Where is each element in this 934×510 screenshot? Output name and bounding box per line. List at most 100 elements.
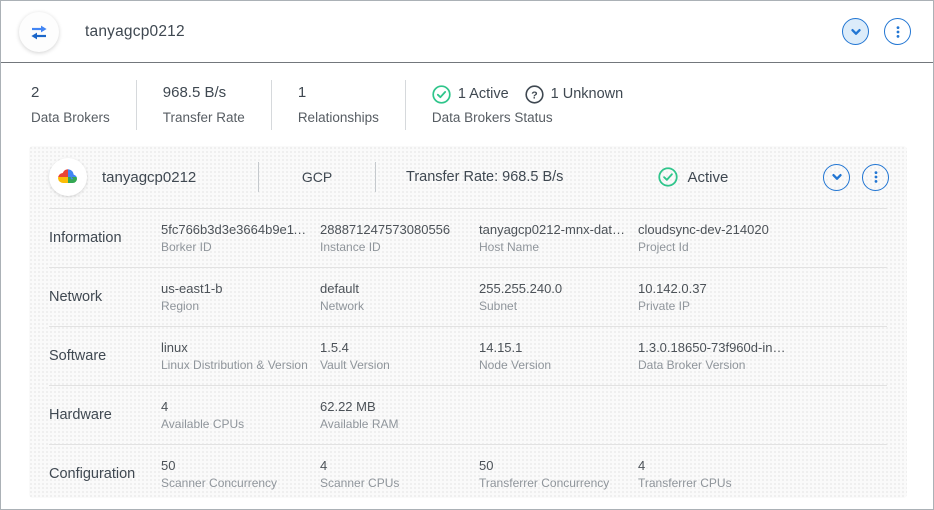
stat-relationships: 1 Relationships — [272, 80, 406, 130]
field-value: default — [320, 281, 469, 296]
field-value: 10.142.0.37 — [638, 281, 788, 296]
field-label: Available CPUs — [161, 417, 310, 431]
status-line: 1 Active ? 1 Unknown — [432, 85, 623, 104]
field-cell: tanyagcp0212-mnx-data-... Host Name — [479, 222, 638, 254]
stats-strip: 2 Data Brokers 968.5 B/s Transfer Rate 1… — [1, 63, 933, 146]
field-cell: default Network — [320, 281, 479, 313]
field-label: Data Broker Version — [638, 358, 788, 372]
field-label: Network — [320, 299, 469, 313]
field-value: 255.255.240.0 — [479, 281, 628, 296]
field-cell: 4 Transferrer CPUs — [638, 458, 798, 490]
section-label: Information — [49, 230, 161, 246]
field-cell: us-east1-b Region — [161, 281, 320, 313]
detail-section-row: Network us-east1-b Region default Networ… — [49, 267, 887, 326]
field-value: 4 — [320, 458, 469, 473]
transfer-arrows-icon — [28, 21, 50, 43]
page-menu-button[interactable] — [884, 18, 911, 45]
field-cell: 50 Transferrer Concurrency — [479, 458, 638, 490]
field-value: 5fc766b3d3e3664b9e116... — [161, 222, 310, 237]
field-label: Subnet — [479, 299, 628, 313]
gcp-logo — [49, 158, 87, 196]
field-label: Region — [161, 299, 310, 313]
field-label: Available RAM — [320, 417, 469, 431]
field-value: 1.3.0.18650-73f960d-integ — [638, 340, 788, 355]
stat-brokers-status: 1 Active ? 1 Unknown Data Brokers Status — [406, 80, 649, 130]
field-value: 50 — [161, 458, 310, 473]
broker-card-header: tanyagcp0212 GCP Transfer Rate: 968.5 B/… — [29, 146, 907, 208]
data-broker-page: tanyagcp0212 2 Data Brokers 968.5 B/s — [0, 0, 934, 510]
sync-relationship-button[interactable] — [19, 12, 59, 52]
detail-section-row: Hardware 4 Available CPUs 62.22 MB Avail… — [49, 385, 887, 444]
kebab-menu-icon — [868, 169, 884, 185]
field-value: tanyagcp0212-mnx-data-... — [479, 222, 628, 237]
field-cell: 10.142.0.37 Private IP — [638, 281, 798, 313]
active-check-icon — [658, 167, 678, 187]
section-label: Software — [49, 348, 161, 364]
field-cell: cloudsync-dev-214020 Project Id — [638, 222, 798, 254]
unknown-count: 1 Unknown — [551, 86, 624, 102]
field-label: Project Id — [638, 240, 788, 254]
field-cell: 1.5.4 Vault Version — [320, 340, 479, 372]
unknown-question-icon: ? — [525, 85, 544, 104]
field-cell: 5fc766b3d3e3664b9e116... Borker ID — [161, 222, 320, 254]
field-value: 14.15.1 — [479, 340, 628, 355]
field-label: Host Name — [479, 240, 628, 254]
section-label: Hardware — [49, 407, 161, 423]
collapse-broker-button[interactable] — [823, 164, 850, 191]
field-label: Node Version — [479, 358, 628, 372]
field-label: Linux Distribution & Version — [161, 358, 310, 372]
field-value: 4 — [638, 458, 788, 473]
stat-value: 1 — [298, 84, 379, 101]
field-value: 1.5.4 — [320, 340, 469, 355]
field-value: 4 — [161, 399, 310, 414]
detail-section-row: Software linux Linux Distribution & Vers… — [49, 326, 887, 385]
field-cell: 50 Scanner Concurrency — [161, 458, 320, 490]
field-cell: linux Linux Distribution & Version — [161, 340, 320, 372]
collapse-panel-button[interactable] — [842, 18, 869, 45]
broker-details: Information 5fc766b3d3e3664b9e116... Bor… — [29, 208, 907, 498]
broker-menu-button[interactable] — [862, 164, 889, 191]
field-cell: 14.15.1 Node Version — [479, 340, 638, 372]
field-cell: 1.3.0.18650-73f960d-integ Data Broker Ve… — [638, 340, 798, 372]
broker-provider: GCP — [259, 169, 375, 185]
broker-card-actions — [823, 164, 889, 191]
svg-text:?: ? — [531, 89, 537, 101]
field-cell: 288871247573080556 Instance ID — [320, 222, 479, 254]
field-value: 288871247573080556 — [320, 222, 469, 237]
stat-label: Data Brokers — [31, 110, 110, 125]
field-cell: 4 Available CPUs — [161, 399, 320, 431]
field-label: Instance ID — [320, 240, 469, 254]
kebab-menu-icon — [890, 24, 906, 40]
field-value: 62.22 MB — [320, 399, 469, 414]
section-label: Network — [49, 289, 161, 305]
chevron-down-icon — [829, 169, 845, 185]
detail-section-row: Information 5fc766b3d3e3664b9e116... Bor… — [49, 208, 887, 267]
field-cell: 62.22 MB Available RAM — [320, 399, 479, 431]
active-count: 1 Active — [458, 86, 509, 102]
stat-label: Transfer Rate — [163, 110, 245, 125]
field-cell: 4 Scanner CPUs — [320, 458, 479, 490]
section-label: Configuration — [49, 466, 161, 482]
field-label: Private IP — [638, 299, 788, 313]
field-value: 50 — [479, 458, 628, 473]
field-label: Scanner CPUs — [320, 476, 469, 490]
stat-value: 968.5 B/s — [163, 84, 245, 101]
field-label: Vault Version — [320, 358, 469, 372]
data-broker-card: tanyagcp0212 GCP Transfer Rate: 968.5 B/… — [29, 146, 907, 498]
field-cell: 255.255.240.0 Subnet — [479, 281, 638, 313]
header-actions — [842, 18, 911, 45]
field-label: Transferrer Concurrency — [479, 476, 628, 490]
broker-name: tanyagcp0212 — [102, 169, 258, 186]
field-label: Scanner Concurrency — [161, 476, 310, 490]
field-value: linux — [161, 340, 310, 355]
stat-label: Relationships — [298, 110, 379, 125]
field-value: cloudsync-dev-214020 — [638, 222, 788, 237]
field-value: us-east1-b — [161, 281, 310, 296]
broker-transfer-rate: Transfer Rate: 968.5 B/s — [406, 169, 563, 185]
chevron-down-icon — [848, 24, 864, 40]
stat-value: 2 — [31, 84, 110, 101]
page-header: tanyagcp0212 — [1, 1, 933, 63]
page-title: tanyagcp0212 — [85, 23, 185, 41]
field-label: Borker ID — [161, 240, 310, 254]
stat-data-brokers: 2 Data Brokers — [31, 80, 137, 130]
